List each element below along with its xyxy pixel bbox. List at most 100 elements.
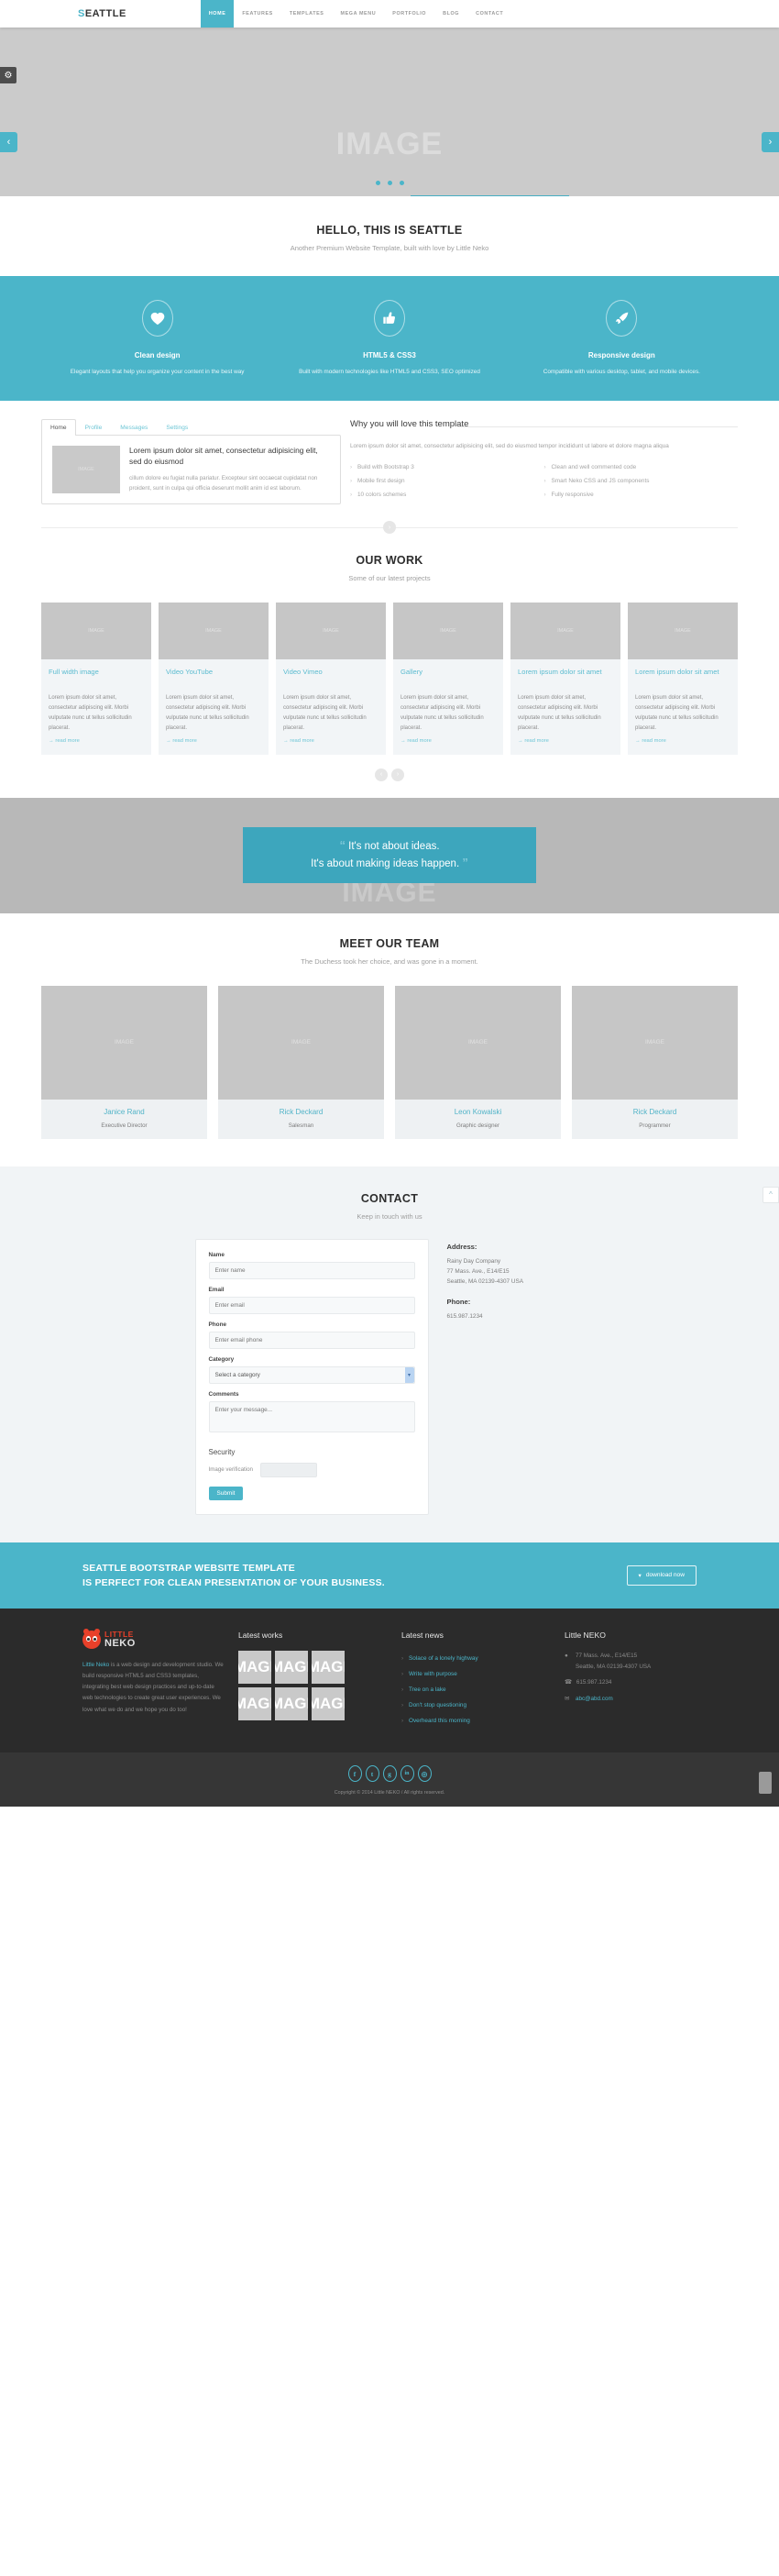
read-more-link[interactable]: → read more — [283, 738, 379, 744]
read-more-link[interactable]: → read more — [166, 738, 261, 744]
read-more-link[interactable]: → read more — [400, 738, 496, 744]
avatar: IMAGE — [41, 985, 207, 1100]
back-to-top-button[interactable] — [759, 1772, 772, 1795]
card-title[interactable]: Gallery — [400, 668, 496, 687]
nav-item-mega-menu[interactable]: MEGA MENU — [333, 0, 385, 28]
work-thumbnail[interactable]: IMAGE — [238, 1651, 271, 1685]
card-image: IMAGE — [159, 603, 269, 660]
member-name[interactable]: Rick Deckard — [572, 1108, 738, 1116]
tab-home[interactable]: Home — [41, 419, 76, 437]
card-title[interactable]: Lorem ipsum dolor sit amet — [518, 668, 613, 687]
footer-works-column: Latest works IMAGE IMAGE IMAGE IMAGE IMA… — [238, 1631, 401, 1729]
work-card[interactable]: IMAGE Lorem ipsum dolor sit amet Lorem i… — [628, 603, 738, 755]
service-responsive-design: Responsive design Compatible with variou… — [506, 300, 738, 377]
work-thumbnail[interactable]: IMAGE — [275, 1651, 308, 1685]
phone-input[interactable] — [208, 1331, 415, 1349]
chevron-down-icon[interactable]: › — [383, 521, 396, 535]
tab-settings[interactable]: Settings — [157, 419, 197, 436]
nav-item-home[interactable]: HOME — [200, 0, 235, 28]
copyright-text: Copyright © 2014 Little NEKO / All right… — [334, 1790, 445, 1797]
team-subtitle: The Duchess took her choice, and was gon… — [301, 956, 478, 966]
tab-list: Home Profile Messages Settings — [41, 419, 341, 437]
work-card[interactable]: IMAGE Lorem ipsum dolor sit amet Lorem i… — [510, 603, 620, 755]
nav-item-templates[interactable]: TEMPLATES — [281, 0, 333, 28]
name-input[interactable] — [208, 1261, 415, 1279]
work-thumbnail[interactable]: IMAGE — [312, 1651, 345, 1685]
linkedin-icon[interactable]: in — [400, 1765, 414, 1783]
google-plus-icon[interactable]: g — [382, 1765, 397, 1783]
dribbble-icon[interactable]: ◎ — [417, 1765, 432, 1783]
team-member[interactable]: IMAGE Leon Kowalski Graphic designer — [395, 985, 561, 1139]
read-more-link[interactable]: → read more — [518, 738, 613, 744]
card-title[interactable]: Video YouTube — [166, 668, 261, 687]
nav-item-blog[interactable]: BLOG — [434, 0, 467, 28]
team-member[interactable]: IMAGE Rick Deckard Salesman — [218, 985, 384, 1139]
chevron-left-icon[interactable]: ‹ — [0, 132, 17, 152]
read-more-link[interactable]: → read more — [49, 738, 144, 744]
image-verification-label: Image verification — [208, 1466, 254, 1474]
work-thumbnail[interactable]: IMAGE — [238, 1687, 271, 1721]
work-card[interactable]: IMAGE Full width image Lorem ipsum dolor… — [41, 603, 151, 755]
submit-button[interactable]: Submit — [208, 1486, 244, 1500]
avatar: IMAGE — [218, 985, 384, 1100]
news-link[interactable]: Write with purpose — [409, 1671, 457, 1677]
member-role: Graphic designer — [455, 1122, 500, 1129]
news-link[interactable]: Don't stop questioning — [409, 1702, 466, 1708]
read-more-link[interactable]: → read more — [635, 738, 730, 744]
member-name[interactable]: Leon Kowalski — [395, 1108, 561, 1116]
avatar: IMAGE — [572, 985, 738, 1100]
download-now-button[interactable]: ▾ download now — [626, 1564, 697, 1586]
section-divider: › — [41, 521, 738, 535]
category-select[interactable]: Select a category — [208, 1365, 415, 1384]
nav-item-contact[interactable]: CONTACT — [467, 0, 511, 28]
footer-email-link[interactable]: abc@abd.com — [576, 1694, 613, 1705]
map-pin-icon: ● — [565, 1653, 568, 1660]
gear-icon[interactable]: ⚙ — [0, 67, 16, 83]
chevron-right-icon[interactable]: › — [391, 768, 404, 781]
list-item: Smart Neko CSS and JS components — [544, 474, 739, 488]
chevron-right-icon[interactable]: › — [762, 132, 779, 152]
service-desc: Built with modern technologies like HTML… — [299, 369, 480, 375]
quote-text-1: It's not about ideas. — [348, 841, 440, 853]
little-neko-logo[interactable]: LITTLE NEKO — [82, 1631, 224, 1650]
tab-thumbnail: IMAGE — [52, 446, 120, 494]
chevron-up-icon[interactable]: ^ — [763, 1186, 779, 1203]
work-thumbnail[interactable]: IMAGE — [275, 1687, 308, 1721]
news-link[interactable]: Solace of a lonely highway — [409, 1655, 478, 1662]
news-link[interactable]: Tree on a lake — [409, 1686, 446, 1693]
tab-messages[interactable]: Messages — [111, 419, 157, 436]
tab-profile[interactable]: Profile — [76, 419, 112, 436]
list-item: 10 colors schemes — [350, 488, 544, 502]
team-member[interactable]: IMAGE Janice Rand Executive Director — [41, 985, 207, 1139]
nav-item-features[interactable]: FEATURES — [234, 0, 280, 28]
nav-item-portfolio[interactable]: PORTFOLIO — [384, 0, 434, 28]
card-title[interactable]: Video Vimeo — [283, 668, 379, 687]
member-name[interactable]: Rick Deckard — [218, 1108, 384, 1116]
tab-panel-heading: Lorem ipsum dolor sit amet, consectetur … — [129, 446, 318, 466]
email-input[interactable] — [208, 1296, 415, 1314]
work-thumbnail[interactable]: IMAGE — [312, 1687, 345, 1721]
service-name: Clean design — [134, 351, 181, 359]
card-text: Lorem ipsum dolor sit amet, consectetur … — [518, 695, 601, 731]
card-title[interactable]: Lorem ipsum dolor sit amet — [635, 668, 730, 687]
comments-textarea[interactable] — [208, 1400, 415, 1432]
chevron-left-icon[interactable]: ‹ — [375, 768, 388, 781]
team-member[interactable]: IMAGE Rick Deckard Programmer — [572, 985, 738, 1139]
twitter-icon[interactable]: t — [365, 1765, 379, 1783]
site-logo[interactable]: S EATTLE — [41, 0, 126, 28]
hero-caption: Responsive Retina Ready UI ❯MOBILE FIRST… — [411, 195, 570, 196]
news-link[interactable]: Overheard this morning — [409, 1718, 470, 1724]
slider-dot[interactable] — [399, 181, 404, 185]
work-card[interactable]: IMAGE Video Vimeo Lorem ipsum dolor sit … — [276, 603, 386, 755]
slider-dot[interactable] — [387, 181, 392, 185]
work-card[interactable]: IMAGE Video YouTube Lorem ipsum dolor si… — [159, 603, 269, 755]
work-card[interactable]: IMAGE Gallery Lorem ipsum dolor sit amet… — [393, 603, 503, 755]
avatar: IMAGE — [395, 985, 561, 1100]
category-label: Category — [208, 1355, 235, 1363]
card-title[interactable]: Full width image — [49, 668, 144, 687]
member-name[interactable]: Janice Rand — [41, 1108, 207, 1116]
slider-dot[interactable] — [375, 181, 380, 185]
facebook-icon[interactable]: f — [347, 1765, 362, 1783]
little-neko-link[interactable]: Little Neko — [82, 1662, 109, 1668]
latest-works-heading: Latest works — [238, 1631, 283, 1641]
